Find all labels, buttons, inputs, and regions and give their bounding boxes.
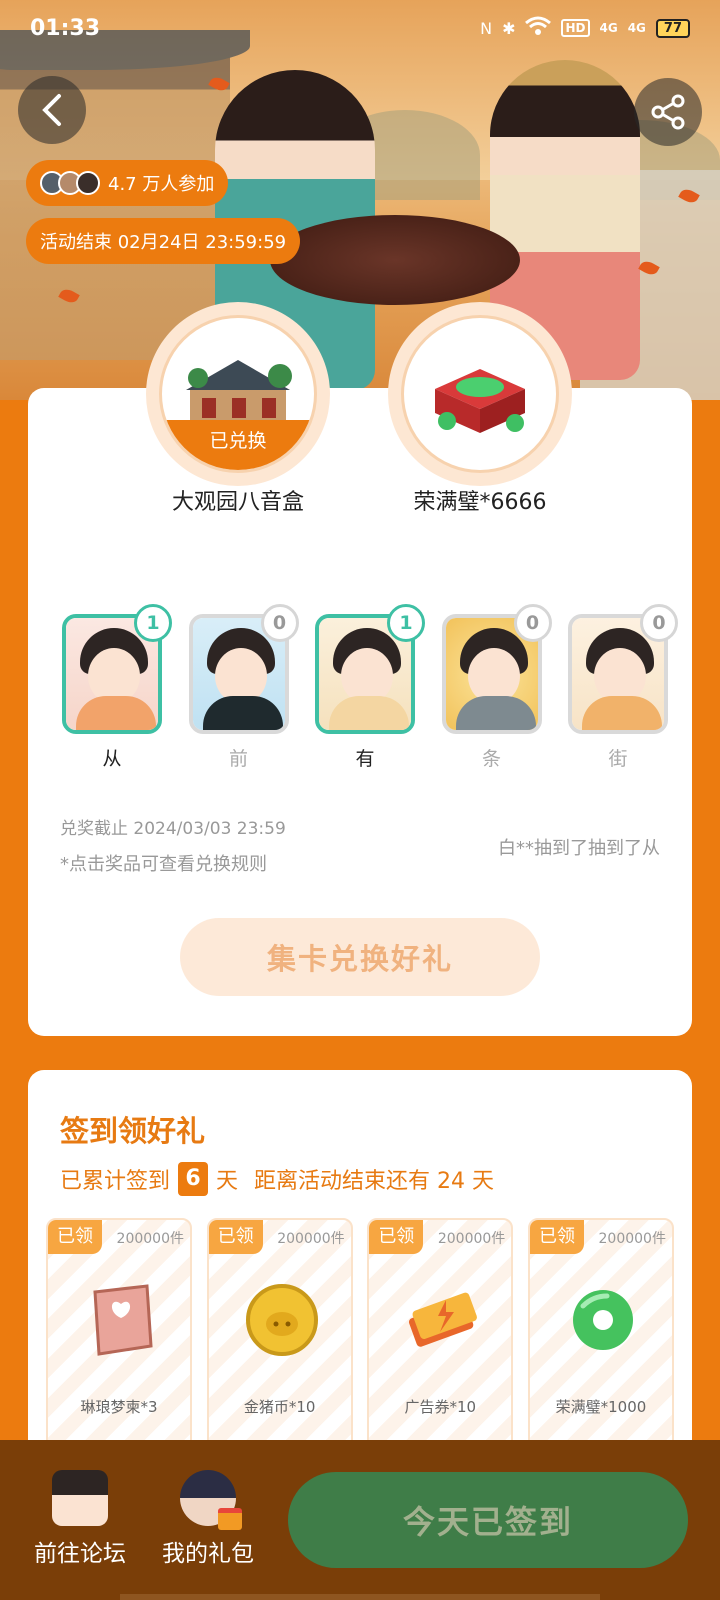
rules-hint: *点击奖品可查看兑换规则: [60, 854, 267, 875]
card-item-qian[interactable]: 0 前: [187, 604, 299, 771]
reward-quantity: 200000件: [277, 1231, 345, 1247]
reward-quantity: 200000件: [116, 1231, 184, 1247]
invitation-icon: [93, 1284, 153, 1356]
prize-name-music-box: 大观园八音盒: [171, 490, 304, 515]
card-label: 从: [102, 748, 122, 770]
forum-avatar-icon: [52, 1470, 108, 1526]
reward-name: 广告券*10: [404, 1398, 477, 1416]
collect-cards-panel: 已兑换 大观园八音盒 荣满璧*6666 1 从 0 前 1 有 0 条 0 街 …: [28, 302, 692, 1036]
signal-icon: 4G: [599, 21, 618, 35]
reward-item[interactable]: 已领 200000件 金猪币*10: [206, 1218, 353, 1458]
card-item-tiao[interactable]: 0 条: [440, 604, 552, 771]
card-label: 前: [228, 748, 248, 770]
nfc-icon: N: [480, 18, 493, 38]
end-time-pill: 活动结束 02月24日 23:59:59: [26, 218, 301, 264]
prize-name-jade: 荣满璧*6666: [413, 490, 547, 515]
bluetooth-icon: ✱: [502, 18, 516, 38]
prize-jade[interactable]: [388, 302, 572, 486]
participant-avatars: [40, 171, 100, 195]
card-label: 街: [608, 748, 628, 770]
signin-progress: 已累计签到 6 天 距离活动结束还有 24 天: [60, 1162, 494, 1196]
signin-panel: 签到领好礼 已累计签到 6 天 距离活动结束还有 24 天 已领 200000件…: [28, 1070, 692, 1470]
back-button[interactable]: [18, 76, 86, 144]
card-item-cong[interactable]: 1 从: [60, 604, 172, 771]
redeem-deadline: 兑奖截止 2024/03/03 23:59: [60, 819, 286, 839]
signin-prefix: 已累计签到: [60, 1169, 171, 1194]
card-count-badge: 1: [387, 604, 425, 642]
claimed-tag: 已领: [48, 1220, 102, 1254]
card-item-you[interactable]: 1 有: [313, 604, 425, 771]
signin-title: 签到领好礼: [60, 1114, 206, 1148]
my-gifts-link[interactable]: 我的礼包: [138, 1470, 278, 1568]
card-collection-row: 1 从 0 前 1 有 0 条 0 街: [60, 604, 678, 771]
share-button[interactable]: [634, 78, 702, 146]
prize-music-box[interactable]: 已兑换: [146, 302, 330, 486]
forum-link[interactable]: 前往论坛: [10, 1470, 150, 1568]
reward-quantity: 200000件: [598, 1231, 666, 1247]
home-indicator: [120, 1594, 600, 1600]
checkin-button[interactable]: 今天已签到: [288, 1472, 688, 1568]
forum-label: 前往论坛: [34, 1541, 126, 1567]
hero-tea-table: [270, 215, 520, 305]
reward-quantity: 200000件: [437, 1231, 506, 1247]
card-count-badge: 1: [134, 604, 172, 642]
wifi-icon: [525, 16, 552, 40]
chevron-left-icon: [42, 94, 61, 126]
reward-item[interactable]: 已领 200000件 琳琅梦柬*3: [46, 1218, 192, 1458]
redeemed-label: 已兑换: [162, 420, 314, 470]
hd-icon: HD: [561, 19, 590, 37]
gifts-label: 我的礼包: [162, 1541, 254, 1567]
battery-icon: 77: [655, 18, 690, 38]
card-label: 有: [355, 748, 375, 770]
status-time: 01:33: [30, 15, 101, 41]
claimed-tag: 已领: [529, 1220, 584, 1254]
card-count-badge: 0: [640, 604, 678, 642]
hero-banner: 01:33 N ✱ HD 4G 4G 77 4.7 万人参加 活动结束 02月2…: [0, 0, 720, 400]
signal-icon-2: 4G: [627, 21, 646, 35]
status-bar: 01:33 N ✱ HD 4G 4G 77: [0, 0, 720, 56]
participants-pill: 4.7 万人参加: [26, 160, 229, 206]
jade-disc-icon: [572, 1290, 633, 1350]
bottom-action-bar: 前往论坛 我的礼包 今天已签到: [0, 1440, 720, 1600]
jade-box-icon: [435, 369, 525, 433]
end-time-text: 活动结束 02月24日 23:59:59: [40, 232, 287, 253]
claimed-tag: 已领: [369, 1220, 424, 1254]
reward-name: 荣满璧*1000: [555, 1398, 647, 1416]
card-item-jie[interactable]: 0 街: [566, 604, 678, 771]
signin-remaining: 距离活动结束还有 24 天: [254, 1169, 495, 1194]
reward-name: 金猪币*10: [243, 1398, 316, 1416]
signin-rewards: 已领 200000件 琳琅梦柬*3 已领 200000件 金猪币*10 已领 2…: [46, 1218, 674, 1458]
share-icon: [651, 94, 685, 130]
reward-item[interactable]: 已领 200000件 荣满璧*1000: [527, 1218, 674, 1458]
reward-name: 琳琅梦柬*3: [80, 1398, 158, 1416]
participants-count: 4.7 万人参加: [108, 174, 215, 195]
signin-days: 6: [178, 1162, 209, 1196]
gift-avatar-icon: [180, 1470, 242, 1530]
gold-pig-coin-icon: [245, 1284, 318, 1356]
card-count-badge: 0: [513, 604, 552, 642]
exchange-button[interactable]: 集卡兑换好礼: [180, 918, 540, 996]
winner-ticker: 白**抽到了抽到了从: [498, 838, 660, 859]
ad-ticket-icon: [409, 1292, 478, 1347]
claimed-tag: 已领: [208, 1220, 263, 1254]
signin-suffix: 天: [216, 1169, 239, 1194]
gift-box-icon: [218, 1508, 242, 1530]
card-count-badge: 0: [260, 604, 299, 642]
card-label: 条: [481, 748, 501, 770]
reward-item[interactable]: 已领 200000件 广告券*10: [367, 1218, 514, 1458]
